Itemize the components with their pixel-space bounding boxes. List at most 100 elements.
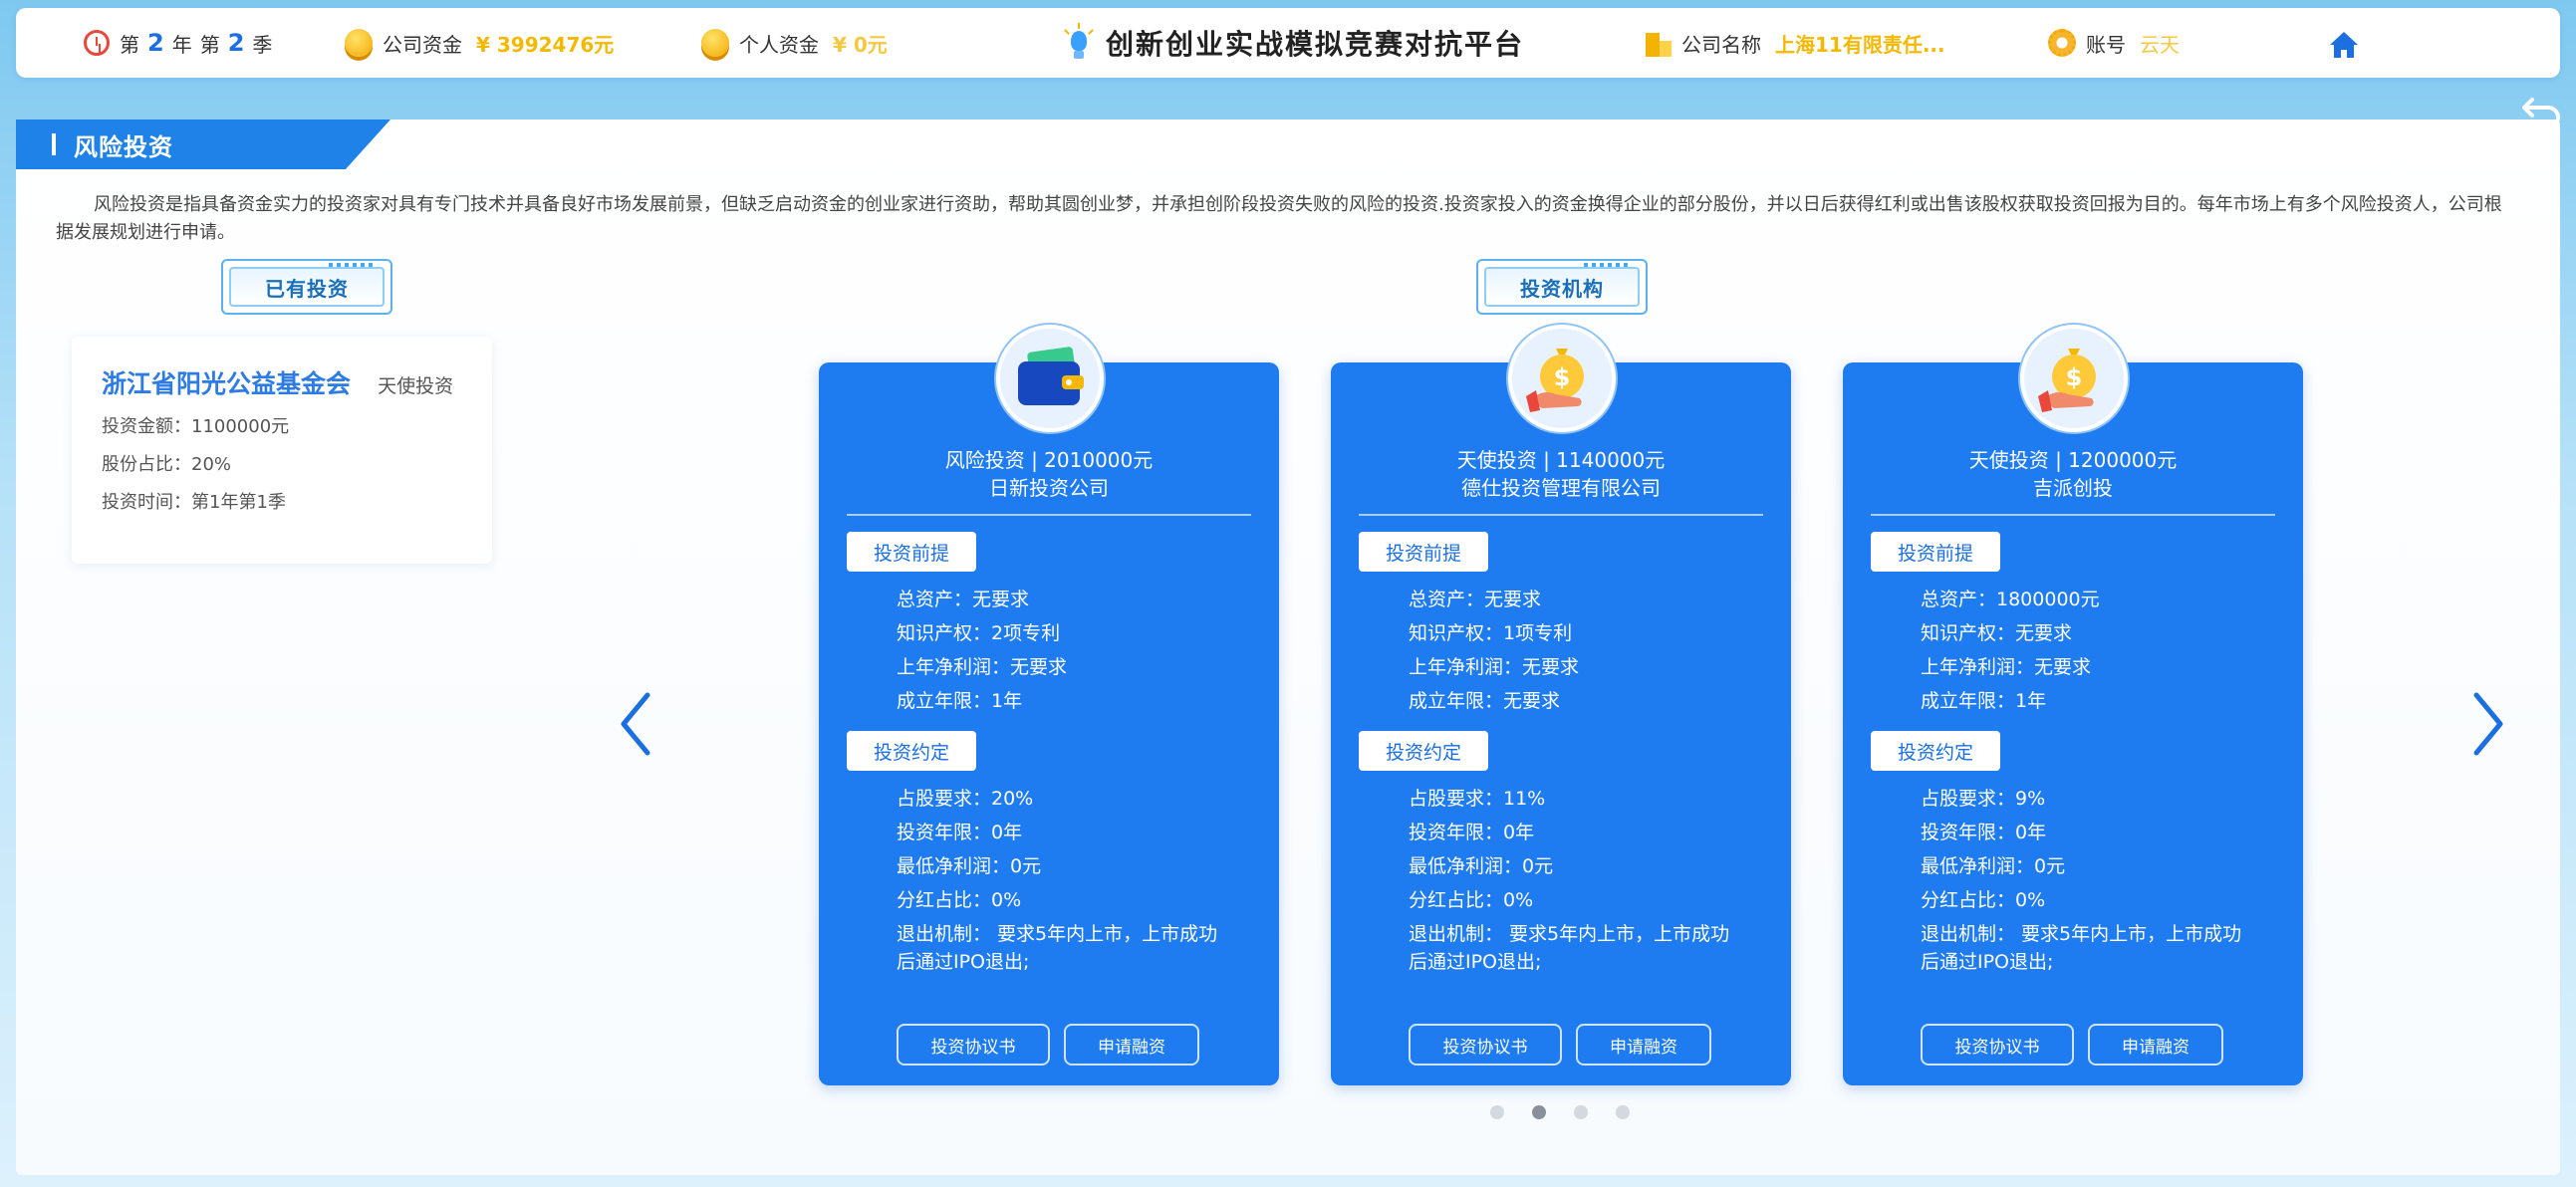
terms-item: 分红占比：0% (1921, 889, 2046, 911)
existing-investment-card: 浙江省阳光公益基金会 天使投资 投资金额：1100000元 股份占比：20% 投… (72, 337, 492, 564)
premise-item: 成立年限：无要求 (1409, 690, 1561, 712)
terms-tag: 投资约定 (1359, 731, 1488, 771)
company-name-label: 公司名称 (1681, 32, 1761, 57)
card-type-amount: 天使投资 | 1140000元 (1456, 448, 1666, 472)
personal-funds: 个人资金 ¥ 0元 (701, 8, 888, 78)
terms-item: 占股要求：9% (1921, 788, 2046, 810)
existing-investment-label-text: 已有投资 (265, 276, 349, 301)
investor-name: 浙江省阳光公益基金会 (102, 369, 352, 398)
building-icon (1646, 29, 1672, 57)
terms-item: 占股要求：11% (1409, 788, 1546, 810)
prev-arrow-icon[interactable] (616, 689, 655, 759)
terms-item: 占股要求：20% (897, 788, 1034, 810)
svg-text:$: $ (2066, 363, 2083, 391)
year-number: 2 (147, 29, 164, 57)
season-prefix: 第 (199, 32, 220, 57)
company-funds: 公司资金 ¥ 3992476元 (345, 8, 614, 78)
coin-icon (345, 29, 373, 57)
premise-item: 上年净利润：无要求 (1409, 656, 1580, 678)
investor-card: $ 天使投资 | 1140000元 德仕投资管理有限公司 投资前提 总资产：无要… (1331, 325, 1791, 1085)
year-prefix: 第 (120, 32, 139, 57)
pagination-dot[interactable] (1616, 1105, 1630, 1119)
svg-text:$: $ (1554, 363, 1571, 391)
terms-item: 投资年限：0年 (1921, 822, 2047, 843)
platform-title: 创新创业实战模拟竞赛对抗平台 (1106, 28, 1525, 61)
card-type-amount: 天使投资 | 1200000元 (1968, 448, 2178, 472)
investment-type: 天使投资 (378, 375, 454, 397)
terms-item: 退出机制： 要求5年内上市，上市成功后通过IPO退出; (1921, 923, 2242, 973)
card-type-amount: 风险投资 | 2010000元 (944, 448, 1154, 472)
season-unit: 季 (252, 32, 273, 57)
home-icon[interactable] (2327, 28, 2361, 62)
account-label: 账号 (2086, 32, 2126, 57)
alarm-clock-icon (84, 30, 110, 56)
terms-item: 分红占比：0% (897, 889, 1022, 911)
premise-item: 上年净利润：无要求 (897, 656, 1068, 678)
terms-item: 退出机制： 要求5年内上市，上市成功后通过IPO退出; (897, 923, 1218, 973)
terms-item: 投资年限：0年 (897, 822, 1023, 843)
pagination-dot-active[interactable] (1532, 1105, 1546, 1119)
pagination-dot[interactable] (1490, 1105, 1504, 1119)
wallet-icon (996, 325, 1104, 432)
card-headline: 天使投资 | 1140000元 德仕投资管理有限公司 (1331, 446, 1791, 502)
share-ratio: 股份占比：20% (102, 454, 232, 475)
terms-item: 最低净利润：0元 (897, 855, 1042, 877)
divider (847, 514, 1251, 516)
card-company: 日新投资公司 (989, 476, 1109, 500)
apply-financing-button[interactable]: 申请融资 (1064, 1024, 1199, 1066)
investor-card: 风险投资 | 2010000元 日新投资公司 投资前提 总资产：无要求 知识产权… (819, 325, 1279, 1085)
terms-tag: 投资约定 (1871, 731, 2000, 771)
agreement-button[interactable]: 投资协议书 (1409, 1024, 1562, 1066)
terms-item: 分红占比：0% (1409, 889, 1534, 911)
season-number: 2 (227, 29, 245, 57)
premise-tag: 投资前提 (847, 532, 976, 572)
company-name-value: 上海11有限责任... (1775, 32, 1945, 57)
premise-item: 总资产：无要求 (1409, 589, 1542, 610)
company-funds-label: 公司资金 (383, 32, 462, 57)
terms-item: 退出机制： 要求5年内上市，上市成功后通过IPO退出; (1409, 923, 1730, 973)
coin-icon (701, 29, 729, 57)
card-headline: 风险投资 | 2010000元 日新投资公司 (819, 446, 1279, 502)
platform-title-group: 创新创业实战模拟竞赛对抗平台 (1062, 8, 1524, 78)
investment-amount: 投资金额：1100000元 (102, 416, 290, 437)
money-bag-hand-icon: $ (2020, 325, 2128, 432)
panel-header: 风险投资 (16, 119, 390, 169)
agreement-button[interactable]: 投资协议书 (897, 1024, 1050, 1066)
premise-item: 上年净利润：无要求 (1921, 656, 2092, 678)
divider (1359, 514, 1763, 516)
game-period: 第 2 年 第 2 季 (84, 8, 272, 78)
agreement-button[interactable]: 投资协议书 (1921, 1024, 2074, 1066)
personal-funds-label: 个人资金 (739, 32, 819, 57)
top-bar: 第 2 年 第 2 季 公司资金 ¥ 3992476元 个人资金 ¥ 0元 创新… (16, 8, 2560, 78)
institutions-label: 投资机构 (1476, 259, 1648, 315)
premise-item: 知识产权：无要求 (1921, 622, 2073, 644)
terms-item: 最低净利润：0元 (1409, 855, 1554, 877)
premise-item: 总资产：1800000元 (1921, 589, 2100, 610)
account-value: 云天 (2140, 32, 2180, 57)
apply-financing-button[interactable]: 申请融资 (2088, 1024, 2223, 1066)
year-unit: 年 (171, 32, 192, 57)
pagination-dot[interactable] (1574, 1105, 1588, 1119)
premise-item: 成立年限：1年 (897, 690, 1023, 712)
gear-icon (2048, 29, 2076, 57)
company-funds-value: ¥ 3992476元 (476, 32, 615, 57)
terms-tag: 投资约定 (847, 731, 976, 771)
premise-item: 知识产权：1项专利 (1409, 622, 1573, 644)
premise-item: 总资产：无要求 (897, 589, 1030, 610)
terms-item: 投资年限：0年 (1409, 822, 1535, 843)
lightbulb-icon (1062, 23, 1096, 63)
premise-item: 知识产权：2项专利 (897, 622, 1061, 644)
personal-funds-value: ¥ 0元 (833, 32, 888, 57)
investment-time: 投资时间：第1年第1季 (102, 492, 286, 513)
card-headline: 天使投资 | 1200000元 吉派创投 (1843, 446, 2303, 502)
account: 账号 云天 (2048, 8, 2180, 78)
apply-financing-button[interactable]: 申请融资 (1576, 1024, 1711, 1066)
card-company: 吉派创投 (2033, 476, 2113, 500)
institutions-label-text: 投资机构 (1520, 276, 1604, 301)
premise-tag: 投资前提 (1359, 532, 1488, 572)
premise-tag: 投资前提 (1871, 532, 2000, 572)
premise-item: 成立年限：1年 (1921, 690, 2047, 712)
divider (1871, 514, 2275, 516)
next-arrow-icon[interactable] (2468, 689, 2508, 759)
card-company: 德仕投资管理有限公司 (1461, 476, 1661, 500)
